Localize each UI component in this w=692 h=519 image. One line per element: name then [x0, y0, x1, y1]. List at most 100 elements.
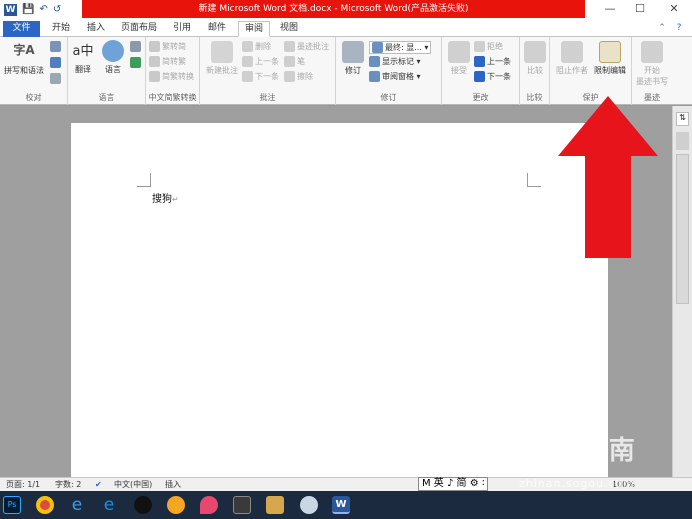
chinese-convert-button[interactable]: 简繁转换: [149, 71, 194, 82]
word-app-icon[interactable]: W: [4, 4, 17, 16]
reviewing-pane-label: 审阅窗格: [382, 72, 414, 81]
close-button[interactable]: ✕: [658, 0, 690, 20]
restrict-editing-button[interactable]: 限制编辑: [592, 41, 628, 76]
trad-to-simp-button[interactable]: 繁转简: [149, 41, 186, 52]
simp-to-trad-label: 简转繁: [162, 57, 186, 66]
spelling-icon: 字A: [13, 43, 35, 57]
ink-comment-button[interactable]: 墨迹批注: [284, 41, 329, 52]
group-chinese-label: 中文简繁转换: [148, 93, 197, 102]
tab-review[interactable]: 审阅: [238, 21, 270, 37]
new-comment-button[interactable]: 新建批注: [204, 41, 240, 76]
save-icon[interactable]: 💾: [22, 4, 34, 16]
ribbon: 字A 拼写和语法 校对 a中 翻译 语言 语言 繁转简 简转繁 简繁转换 中文简…: [0, 37, 692, 105]
app-icon-yellow[interactable]: [167, 496, 185, 514]
edge-icon[interactable]: e: [100, 496, 118, 514]
group-comments-label: 批注: [259, 93, 276, 102]
title-bar: W 💾 ↶ ↺ 新建 Microsoft Word 文档.docx - Micr…: [0, 0, 692, 20]
group-compare-label: 比较: [526, 93, 543, 102]
block-authors-button[interactable]: 阻止作者: [554, 41, 590, 76]
ime-toolbar[interactable]: M 英 ♪ 简 ⚙ ∶: [418, 477, 489, 491]
paint-icon[interactable]: [300, 496, 318, 514]
proofing-check-icon[interactable]: ✔: [95, 479, 102, 491]
language-small-icon-1[interactable]: [130, 41, 143, 52]
ie-icon[interactable]: e: [68, 496, 86, 514]
reviewing-pane-button[interactable]: 审阅窗格 ▾: [369, 71, 421, 82]
group-language-label: 语言: [98, 93, 115, 102]
chrome-icon[interactable]: [36, 496, 54, 514]
compare-button[interactable]: 比较: [522, 41, 548, 76]
language-button[interactable]: 语言: [100, 40, 126, 75]
translate-label: 翻译: [75, 65, 91, 74]
brush-icon[interactable]: [266, 496, 284, 514]
taskbar: Ps e e W: [0, 491, 692, 519]
track-changes-icon: [342, 41, 364, 63]
tab-view[interactable]: 视图: [275, 21, 303, 37]
crop-mark-top-left: [137, 173, 151, 187]
group-proofing-label: 校对: [25, 93, 42, 102]
globe-icon: [102, 40, 124, 62]
tab-references[interactable]: 引用: [168, 21, 196, 37]
undo-icon[interactable]: ↶: [39, 4, 47, 16]
pen-label: 笔: [297, 57, 305, 66]
status-page[interactable]: 页面: 1/1: [6, 479, 40, 491]
language-small-icon-2[interactable]: [130, 57, 143, 68]
photoshop-icon[interactable]: Ps: [3, 496, 21, 514]
word-taskbar-icon[interactable]: W: [332, 496, 350, 514]
tab-file[interactable]: 文件: [3, 21, 40, 37]
prev-comment-button[interactable]: 上一条: [242, 56, 279, 67]
delete-comment-label: 删除: [255, 42, 271, 51]
tab-mailings[interactable]: 邮件: [203, 21, 231, 37]
status-language[interactable]: 中文(中国): [114, 479, 152, 491]
scroll-up-icon[interactable]: [676, 132, 689, 150]
thesaurus-icon[interactable]: [50, 57, 63, 68]
minimize-button[interactable]: —: [594, 0, 626, 20]
delete-comment-button[interactable]: 删除: [242, 41, 271, 52]
redo-icon[interactable]: ↺: [53, 4, 61, 16]
scroll-thumb[interactable]: [676, 154, 689, 304]
next-comment-button[interactable]: 下一条: [242, 71, 279, 82]
window-app-icon[interactable]: [233, 496, 251, 514]
prev-change-label: 上一条: [487, 57, 511, 66]
group-compare: 比较 比较: [520, 37, 550, 105]
help-icon[interactable]: ?: [672, 21, 686, 37]
next-change-button[interactable]: 下一条: [474, 71, 511, 82]
annotation-arrow-shape: [558, 96, 658, 258]
show-markup-label: 显示标记: [382, 57, 414, 66]
qq-icon[interactable]: [134, 496, 152, 514]
tab-home[interactable]: 开始: [46, 21, 76, 37]
simp-to-trad-button[interactable]: 简转繁: [149, 56, 186, 67]
translate-button[interactable]: a中 翻译: [71, 40, 95, 75]
tab-insert[interactable]: 插入: [82, 21, 110, 37]
accept-label: 接受: [451, 66, 467, 75]
chinese-convert-label: 简繁转换: [162, 72, 194, 81]
restrict-editing-label: 限制编辑: [594, 66, 626, 75]
show-markup-button[interactable]: 显示标记 ▾: [369, 56, 421, 67]
spelling-button[interactable]: 字A 拼写和语法: [4, 41, 44, 76]
group-language: a中 翻译 语言 语言: [68, 37, 146, 105]
status-insert-mode[interactable]: 插入: [165, 479, 181, 491]
document-text[interactable]: 搜狗↵: [152, 190, 179, 205]
track-changes-button[interactable]: 修订: [340, 41, 366, 76]
word-count-icon[interactable]: [50, 73, 63, 84]
next-comment-label: 下一条: [255, 72, 279, 81]
pen-button[interactable]: 笔: [284, 56, 305, 67]
ribbon-minimize-icon[interactable]: ⌃: [656, 21, 668, 37]
accept-button[interactable]: 接受: [446, 41, 472, 76]
document-page[interactable]: 搜狗↵: [71, 123, 608, 483]
group-tracking: 修订 最终: 显... ▾ 显示标记 ▾ 审阅窗格 ▾ 修订: [336, 37, 442, 105]
document-text-content: 搜狗: [152, 194, 172, 205]
map-pin-icon[interactable]: [200, 496, 218, 514]
tab-page-layout[interactable]: 页面布局: [116, 21, 162, 37]
ruler-toggle-icon[interactable]: ⇅: [676, 112, 689, 126]
spelling-label: 拼写和语法: [4, 66, 44, 75]
display-for-review-select[interactable]: 最终: 显... ▾: [369, 41, 432, 54]
status-word-count[interactable]: 字数: 2: [55, 479, 81, 491]
erase-button[interactable]: 擦除: [284, 71, 313, 82]
group-changes-label: 更改: [472, 93, 489, 102]
research-icon[interactable]: [50, 41, 63, 52]
vertical-scrollbar[interactable]: ⇅: [672, 106, 692, 477]
maximize-button[interactable]: ☐: [624, 0, 656, 20]
start-inking-button[interactable]: 开始 墨迹书写: [634, 41, 670, 87]
reject-button[interactable]: 拒绝: [474, 41, 503, 52]
prev-change-button[interactable]: 上一条: [474, 56, 511, 67]
